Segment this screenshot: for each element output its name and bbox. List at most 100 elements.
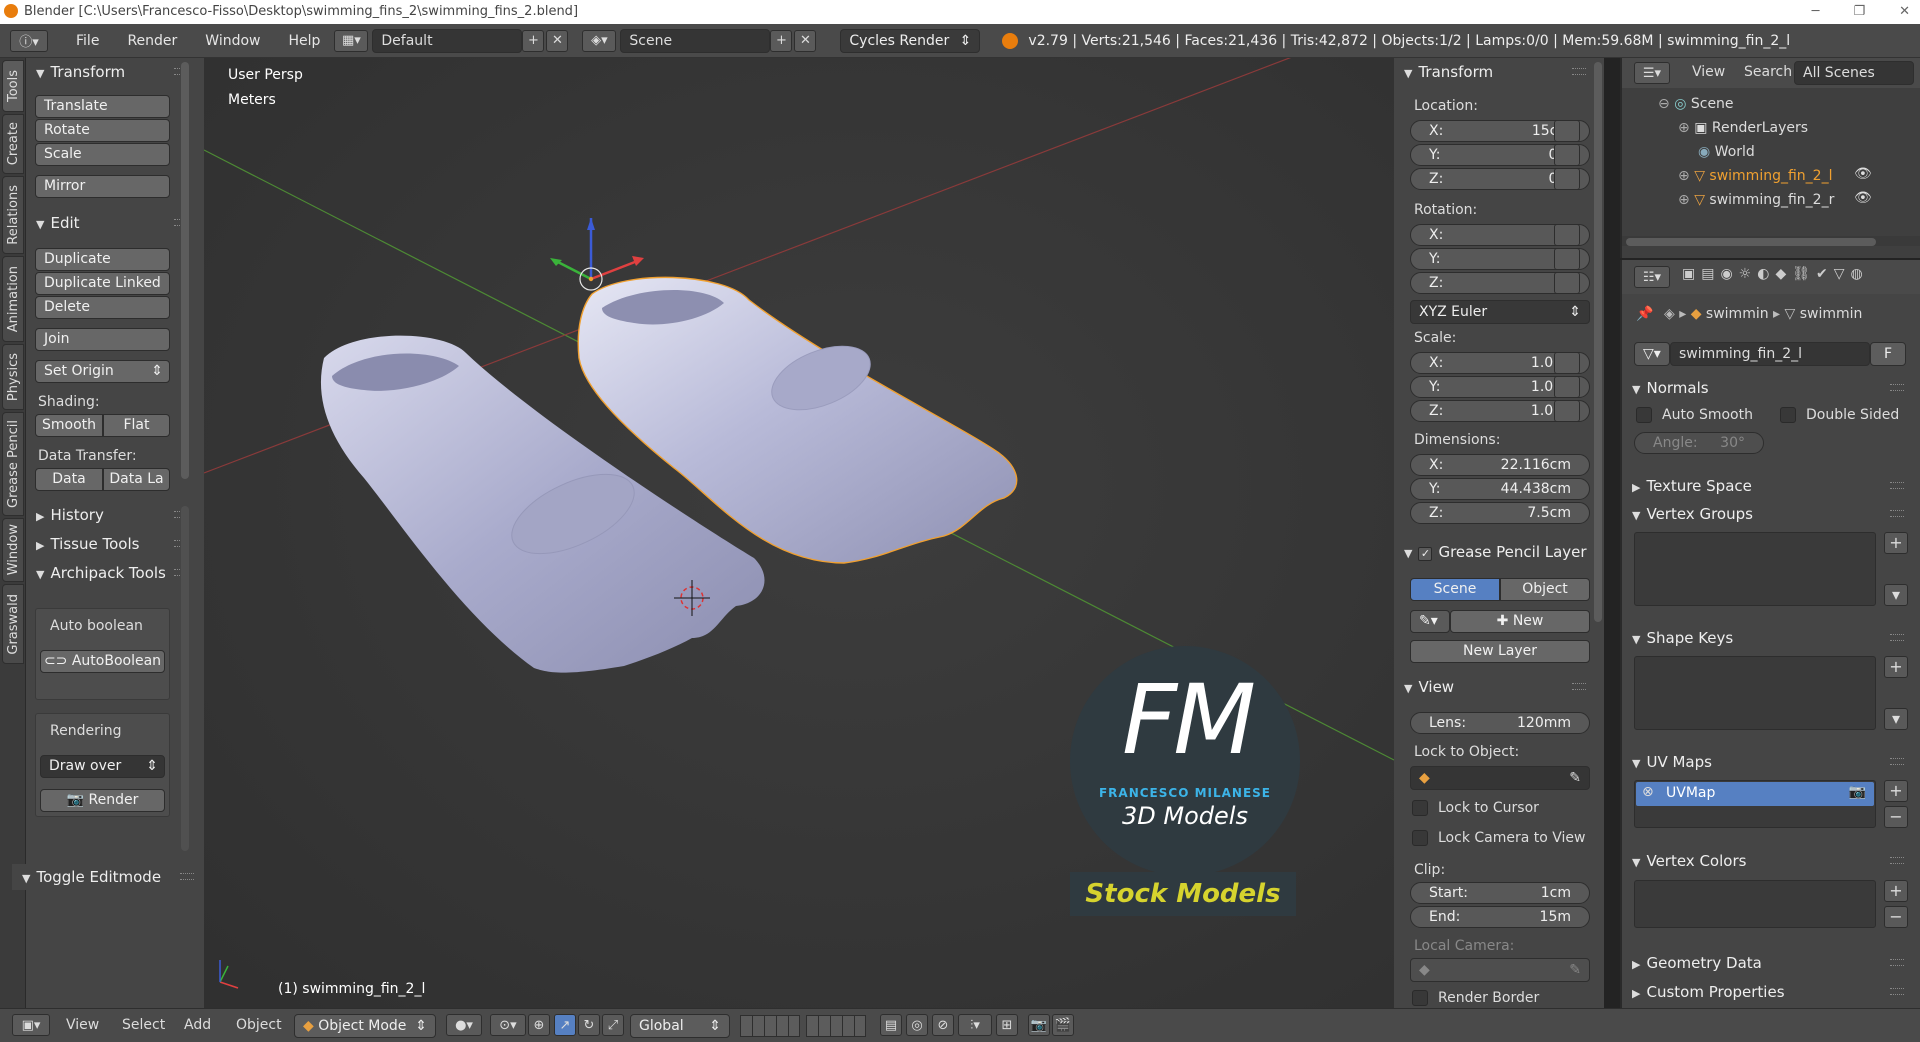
add-vertex-color-button[interactable]: +: [1884, 880, 1908, 902]
auto-smooth-checkbox[interactable]: [1636, 407, 1652, 423]
dimensions-x-field[interactable]: X: 22.116cm: [1410, 454, 1590, 476]
menu-help[interactable]: Help: [274, 33, 334, 49]
screen-layout-icon[interactable]: ▦▾: [334, 29, 369, 52]
outliner-editor-type-button[interactable]: ☰▾: [1634, 62, 1670, 84]
join-button[interactable]: Join: [35, 328, 170, 351]
menu-file[interactable]: File: [62, 33, 113, 49]
remove-uv-map-button[interactable]: −: [1884, 806, 1908, 828]
render-engine-dropdown[interactable]: Cycles Render ⇕: [840, 28, 981, 53]
render-border-checkbox[interactable]: [1412, 990, 1428, 1006]
opengl-render-animation-icon[interactable]: 🎬: [1052, 1014, 1074, 1036]
add-layout-icon[interactable]: +: [522, 29, 545, 52]
toggle-editmode-panel-header[interactable]: ▼ Toggle Editmode: [12, 864, 202, 890]
scene-field[interactable]: Scene: [620, 28, 771, 53]
tab-window[interactable]: Window: [2, 518, 24, 582]
rotate-button[interactable]: Rotate: [35, 119, 170, 142]
eyedropper-icon[interactable]: ✎: [1569, 767, 1581, 789]
snap-target-icon[interactable]: ⊞: [996, 1014, 1018, 1036]
outliner-item-fin-l[interactable]: ⊕ ▽ swimming_fin_2_l: [1678, 168, 1832, 184]
delete-button[interactable]: Delete: [35, 296, 170, 319]
snap-element-icon[interactable]: ⫶▾: [958, 1014, 992, 1036]
tab-create[interactable]: Create: [2, 114, 24, 174]
properties-editor-type-button[interactable]: ☷▾: [1634, 266, 1670, 288]
gp-enable-checkbox[interactable]: ✓: [1418, 547, 1433, 561]
menu-render[interactable]: Render: [113, 33, 191, 49]
flat-button[interactable]: Flat: [103, 414, 170, 437]
vertex-colors-list[interactable]: [1634, 880, 1876, 928]
uv-maps-panel-header[interactable]: ▼ UV Maps: [1622, 749, 1912, 775]
add-vertex-group-button[interactable]: +: [1884, 532, 1908, 554]
uvmap-list-item[interactable]: ⊗ UVMap 📷: [1636, 782, 1874, 806]
n-view-header[interactable]: ▼ View: [1394, 674, 1594, 700]
tab-animation[interactable]: Animation: [2, 256, 24, 342]
menu-window[interactable]: Window: [191, 33, 274, 49]
tool-shelf-scrollbar[interactable]: [181, 62, 189, 479]
outliner-view-menu[interactable]: View: [1692, 64, 1725, 80]
lock-scale-z[interactable]: [1554, 400, 1580, 422]
transform-orientation-dropdown[interactable]: Global ⇕: [630, 1014, 730, 1038]
layers-grid-2[interactable]: [806, 1015, 866, 1037]
translate-button[interactable]: Translate: [35, 95, 170, 118]
visibility-eye-icon[interactable]: 👁: [1854, 166, 1872, 182]
lock-location-z[interactable]: [1554, 168, 1580, 190]
lock-rotation-y[interactable]: [1554, 248, 1580, 270]
proportional-editing-icon[interactable]: ◎: [906, 1014, 928, 1036]
set-origin-dropdown[interactable]: Set Origin ⇕: [35, 360, 170, 383]
scale-button[interactable]: Scale: [35, 143, 170, 166]
vertex-groups-panel-header[interactable]: ▼ Vertex Groups: [1622, 501, 1912, 527]
gp-pencil-icon[interactable]: ✎▾: [1410, 610, 1450, 633]
smooth-button[interactable]: Smooth: [35, 414, 103, 437]
archipack-tools-panel-header[interactable]: ▼ Archipack Tools: [26, 560, 196, 586]
tab-grease-pencil[interactable]: Grease Pencil: [2, 412, 24, 516]
3d-viewport[interactable]: User Persp Meters (1) swimming_fin_2_l F…: [204, 58, 1394, 1008]
viewport-shading-button[interactable]: ●▾: [446, 1014, 482, 1036]
clip-end-field[interactable]: End: 15m: [1410, 906, 1590, 928]
tab-tools[interactable]: Tools: [2, 60, 24, 112]
tab-physics[interactable]: Physics: [2, 344, 24, 410]
outliner-item-renderlayers[interactable]: ⊕ ▣ RenderLayers: [1678, 120, 1808, 136]
duplicate-button[interactable]: Duplicate: [35, 248, 170, 271]
texture-space-panel-header[interactable]: ▶ Texture Space: [1622, 473, 1912, 499]
layers-grid-1[interactable]: [740, 1015, 800, 1037]
lock-object-field[interactable]: ◆ ✎: [1410, 766, 1590, 790]
shape-keys-panel-header[interactable]: ▼ Shape Keys: [1622, 625, 1912, 651]
tab-graswald[interactable]: Graswald: [2, 584, 24, 664]
minimize-icon[interactable]: ─: [1812, 0, 1820, 24]
edit-panel-header[interactable]: ▼ Edit: [26, 210, 196, 236]
vertex-groups-list[interactable]: [1634, 532, 1876, 606]
mesh-name-field[interactable]: swimming_fin_2_l: [1670, 342, 1870, 366]
lock-to-cursor-checkbox[interactable]: [1412, 800, 1428, 816]
add-uv-map-button[interactable]: +: [1884, 780, 1908, 802]
clip-start-field[interactable]: Start: 1cm: [1410, 882, 1590, 904]
n-transform-header[interactable]: ▼ Transform: [1394, 59, 1594, 85]
outliner-search-menu[interactable]: Search: [1744, 64, 1792, 80]
visibility-eye-icon[interactable]: 👁: [1854, 190, 1872, 206]
autoboolean-button[interactable]: ⊂⊃ AutoBoolean: [40, 650, 165, 673]
add-shape-key-button[interactable]: +: [1884, 656, 1908, 678]
outliner-item-fin-r[interactable]: ⊕ ▽ swimming_fin_2_r: [1678, 192, 1834, 208]
scale-manipulator-icon[interactable]: ⤢: [602, 1014, 624, 1036]
lock-rotation-z[interactable]: [1554, 272, 1580, 294]
interaction-mode-dropdown[interactable]: ◆ Object Mode ⇕: [294, 1014, 436, 1038]
lock-camera-checkbox[interactable]: [1412, 830, 1428, 846]
gp-new-button[interactable]: ✚ New: [1450, 610, 1590, 633]
opengl-render-icon[interactable]: 📷: [1028, 1014, 1050, 1036]
lock-scale-y[interactable]: [1554, 376, 1580, 398]
transform-panel-header[interactable]: ▼ Transform: [26, 59, 196, 85]
remove-vertex-color-button[interactable]: −: [1884, 906, 1908, 928]
data-layout-button[interactable]: Data La: [103, 468, 170, 491]
pin-icon[interactable]: 📌: [1636, 306, 1653, 322]
vertex-colors-panel-header[interactable]: ▼ Vertex Colors: [1622, 848, 1912, 874]
mirror-button[interactable]: Mirror: [35, 175, 170, 198]
custom-properties-panel-header[interactable]: ▶ Custom Properties: [1622, 979, 1912, 1005]
dimensions-y-field[interactable]: Y: 44.438cm: [1410, 478, 1590, 500]
layout-field[interactable]: Default: [372, 28, 523, 53]
fake-user-button[interactable]: F: [1870, 342, 1906, 366]
manipulator-toggle-icon[interactable]: ⊕: [528, 1014, 550, 1036]
tab-relations[interactable]: Relations: [2, 176, 24, 254]
grease-pencil-layer-header[interactable]: ▼ ✓ Grease Pencil Layer: [1394, 539, 1594, 565]
draw-over-dropdown[interactable]: Draw over ⇕: [40, 755, 165, 778]
menu-view[interactable]: View: [66, 1017, 99, 1033]
editor-type-button[interactable]: ▣▾: [12, 1014, 50, 1036]
tissue-tools-panel-header[interactable]: ▶ Tissue Tools: [26, 531, 196, 557]
